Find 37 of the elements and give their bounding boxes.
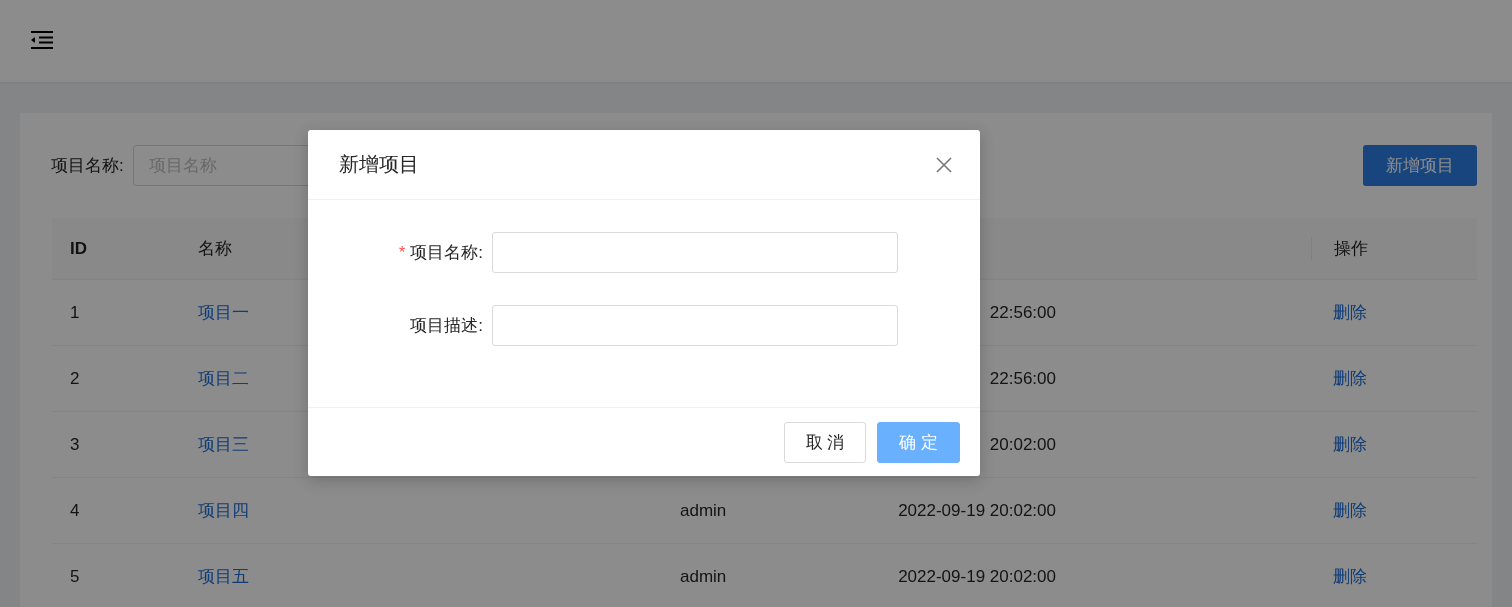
delete-link[interactable]: 删除 xyxy=(1333,303,1367,322)
table-cell: 5 xyxy=(70,566,80,586)
table-cell: 20:02:00 xyxy=(989,434,1056,455)
table-cell: 3 xyxy=(70,434,80,454)
table-cell: 1 xyxy=(70,302,80,322)
table-cell: admin xyxy=(680,566,727,586)
delete-link[interactable]: 删除 xyxy=(1333,435,1367,454)
project-link[interactable]: 项目五 xyxy=(198,567,249,586)
column-header: 名称 xyxy=(198,239,232,258)
input-field[interactable] xyxy=(492,232,898,273)
table-cell: 2022-09-19 20:02:00 xyxy=(898,566,1056,587)
project-link[interactable]: 项目四 xyxy=(198,501,249,520)
project-link[interactable]: 项目二 xyxy=(198,369,249,388)
required-mark: * xyxy=(399,243,406,262)
confirm-button[interactable]: 确 定 xyxy=(877,421,960,463)
add-button[interactable]: 新增项目 xyxy=(1363,145,1477,186)
table-cell: admin xyxy=(680,500,727,520)
table-cell: 22:56:00 xyxy=(989,302,1056,323)
close-icon[interactable] xyxy=(936,156,952,173)
table-cell: 2022-09-19 20:02:00 xyxy=(898,500,1056,521)
field-label: 项目描述: xyxy=(410,315,483,337)
delete-link[interactable]: 删除 xyxy=(1333,567,1367,586)
project-link[interactable]: 项目三 xyxy=(198,435,249,454)
delete-link[interactable]: 删除 xyxy=(1333,501,1367,520)
table-cell: 22:56:00 xyxy=(989,368,1056,389)
menu-icon[interactable] xyxy=(31,30,53,49)
column-header: ID xyxy=(70,238,87,258)
column-header: 操作 xyxy=(1334,239,1368,258)
dialog-title: 新增项目 xyxy=(339,152,419,177)
project-link[interactable]: 项目一 xyxy=(198,303,249,322)
filter-label: 项目名称: xyxy=(51,155,124,177)
delete-link[interactable]: 删除 xyxy=(1333,369,1367,388)
cancel-button[interactable]: 取 消 xyxy=(784,421,866,463)
table-cell: 2 xyxy=(70,368,80,388)
input-field[interactable] xyxy=(492,305,898,346)
table-cell: 4 xyxy=(70,500,80,520)
field-label: 项目名称: xyxy=(410,242,483,264)
